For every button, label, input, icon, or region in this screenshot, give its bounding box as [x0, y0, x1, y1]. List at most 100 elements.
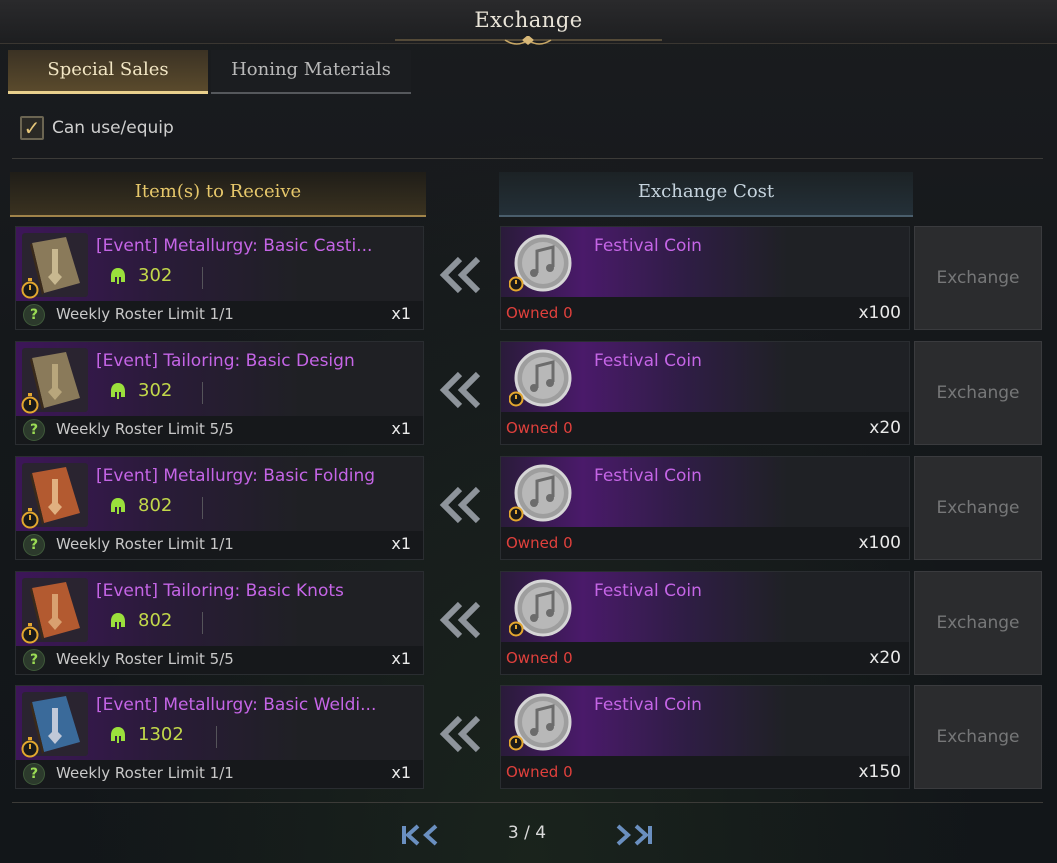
exchange-row: [Event] Tailoring: Basic Knots 802 ? Wee…: [0, 571, 1057, 677]
receive-item-header: [Event] Metallurgy: Basic Folding 802: [16, 457, 423, 531]
festival-coin-icon: [509, 464, 572, 522]
cost-header: Festival Coin: [501, 342, 909, 412]
double-chevron-left-icon: [439, 486, 481, 524]
exchange-button[interactable]: Exchange: [914, 341, 1042, 445]
owned-count: Owned 0: [506, 304, 573, 322]
item-level: 802: [138, 495, 173, 516]
can-use-checkbox[interactable]: ✓: [20, 116, 44, 140]
item-level: 1302: [138, 724, 184, 745]
can-use-label: Can use/equip: [52, 118, 174, 138]
can-use-filter[interactable]: ✓ Can use/equip: [20, 116, 174, 140]
item-level-helmet-icon: [111, 498, 125, 514]
help-icon[interactable]: ?: [23, 534, 45, 556]
exchange-cost-panel: Festival Coin Owned 0 x100: [500, 226, 910, 330]
title-ornament-icon: [395, 36, 662, 45]
exchange-button[interactable]: Exchange: [914, 226, 1042, 330]
divider: [12, 158, 1043, 159]
separator: [202, 497, 203, 519]
help-icon[interactable]: ?: [23, 304, 45, 326]
cost-footer: Owned 0 x100: [501, 297, 909, 329]
receive-item-panel[interactable]: [Event] Tailoring: Basic Knots 802 ? Wee…: [15, 571, 424, 675]
receive-item-panel[interactable]: [Event] Metallurgy: Basic Folding 802 ? …: [15, 456, 424, 560]
receive-quantity: x1: [391, 649, 411, 668]
column-header-receive: Item(s) to Receive: [10, 172, 426, 217]
timer-icon: [21, 623, 39, 644]
receive-quantity: x1: [391, 304, 411, 323]
exchange-cost-panel: Festival Coin Owned 0 x20: [500, 341, 910, 445]
item-level: 302: [138, 265, 173, 286]
cost-currency-name: Festival Coin: [594, 466, 702, 486]
cost-currency-name: Festival Coin: [594, 695, 702, 715]
item-name: [Event] Metallurgy: Basic Folding: [96, 466, 376, 486]
item-name: [Event] Tailoring: Basic Knots: [96, 581, 344, 601]
exchange-button[interactable]: Exchange: [914, 685, 1042, 789]
timer-icon: [21, 393, 39, 414]
exchange-cost-panel: Festival Coin Owned 0 x20: [500, 571, 910, 675]
help-icon[interactable]: ?: [23, 419, 45, 441]
weekly-roster-limit: Weekly Roster Limit 1/1: [56, 535, 234, 553]
cost-currency-name: Festival Coin: [594, 581, 702, 601]
separator: [202, 382, 203, 404]
cost-quantity: x150: [858, 762, 901, 782]
receive-quantity: x1: [391, 763, 411, 782]
cost-header: Festival Coin: [501, 572, 909, 642]
separator: [216, 726, 217, 748]
owned-count: Owned 0: [506, 649, 573, 667]
page-indicator: 3 / 4: [507, 823, 547, 843]
exchange-row: [Event] Metallurgy: Basic Folding 802 ? …: [0, 456, 1057, 562]
help-icon[interactable]: ?: [23, 649, 45, 671]
exchange-button[interactable]: Exchange: [914, 456, 1042, 560]
weekly-roster-limit: Weekly Roster Limit 1/1: [56, 305, 234, 323]
receive-quantity: x1: [391, 534, 411, 553]
last-page-icon[interactable]: [610, 822, 656, 848]
receive-item-footer: ? Weekly Roster Limit 1/1 x1: [16, 760, 423, 788]
festival-coin-icon: [509, 579, 572, 637]
receive-item-panel[interactable]: [Event] Metallurgy: Basic Weldi... 1302 …: [15, 685, 424, 789]
cost-header: Festival Coin: [501, 457, 909, 527]
help-icon[interactable]: ?: [23, 763, 45, 785]
weekly-roster-limit: Weekly Roster Limit 5/5: [56, 650, 234, 668]
window-title: Exchange: [474, 8, 583, 32]
exchange-row: [Event] Metallurgy: Basic Casti... 302 ?…: [0, 226, 1057, 332]
item-level-helmet-icon: [111, 613, 125, 629]
receive-item-header: [Event] Tailoring: Basic Design 302: [16, 342, 423, 416]
item-level: 302: [138, 380, 173, 401]
receive-quantity: x1: [391, 419, 411, 438]
tab-special-sales[interactable]: Special Sales: [8, 50, 208, 94]
receive-item-header: [Event] Tailoring: Basic Knots 802: [16, 572, 423, 646]
cost-header: Festival Coin: [501, 227, 909, 297]
cost-footer: Owned 0 x20: [501, 412, 909, 444]
owned-count: Owned 0: [506, 763, 573, 781]
item-name: [Event] Metallurgy: Basic Casti...: [96, 236, 373, 256]
festival-coin-icon: [509, 349, 572, 407]
cost-quantity: x20: [869, 648, 901, 668]
receive-item-footer: ? Weekly Roster Limit 1/1 x1: [16, 301, 423, 329]
exchange-row: [Event] Metallurgy: Basic Weldi... 1302 …: [0, 685, 1057, 791]
receive-item-panel[interactable]: [Event] Metallurgy: Basic Casti... 302 ?…: [15, 226, 424, 330]
exchange-row: [Event] Tailoring: Basic Design 302 ? We…: [0, 341, 1057, 447]
title-bar: Exchange: [0, 0, 1057, 45]
first-page-icon[interactable]: [398, 822, 444, 848]
timer-icon: [21, 508, 39, 529]
exchange-button[interactable]: Exchange: [914, 571, 1042, 675]
festival-coin-icon: [509, 234, 572, 292]
item-level-helmet-icon: [111, 383, 125, 399]
timer-icon: [21, 278, 39, 299]
receive-item-footer: ? Weekly Roster Limit 5/5 x1: [16, 646, 423, 674]
receive-item-header: [Event] Metallurgy: Basic Weldi... 1302: [16, 686, 423, 760]
separator: [202, 267, 203, 289]
exchange-cost-panel: Festival Coin Owned 0 x100: [500, 456, 910, 560]
cost-quantity: x100: [858, 303, 901, 323]
double-chevron-left-icon: [439, 256, 481, 294]
cost-currency-name: Festival Coin: [594, 351, 702, 371]
tab-honing-materials[interactable]: Honing Materials: [211, 50, 411, 94]
exchange-cost-panel: Festival Coin Owned 0 x150: [500, 685, 910, 789]
receive-item-panel[interactable]: [Event] Tailoring: Basic Design 302 ? We…: [15, 341, 424, 445]
timer-icon: [21, 737, 39, 758]
cost-footer: Owned 0 x100: [501, 527, 909, 559]
column-header-cost: Exchange Cost: [499, 172, 913, 217]
receive-item-footer: ? Weekly Roster Limit 5/5 x1: [16, 416, 423, 444]
item-name: [Event] Metallurgy: Basic Weldi...: [96, 695, 377, 715]
double-chevron-left-icon: [439, 715, 481, 753]
cost-quantity: x100: [858, 533, 901, 553]
